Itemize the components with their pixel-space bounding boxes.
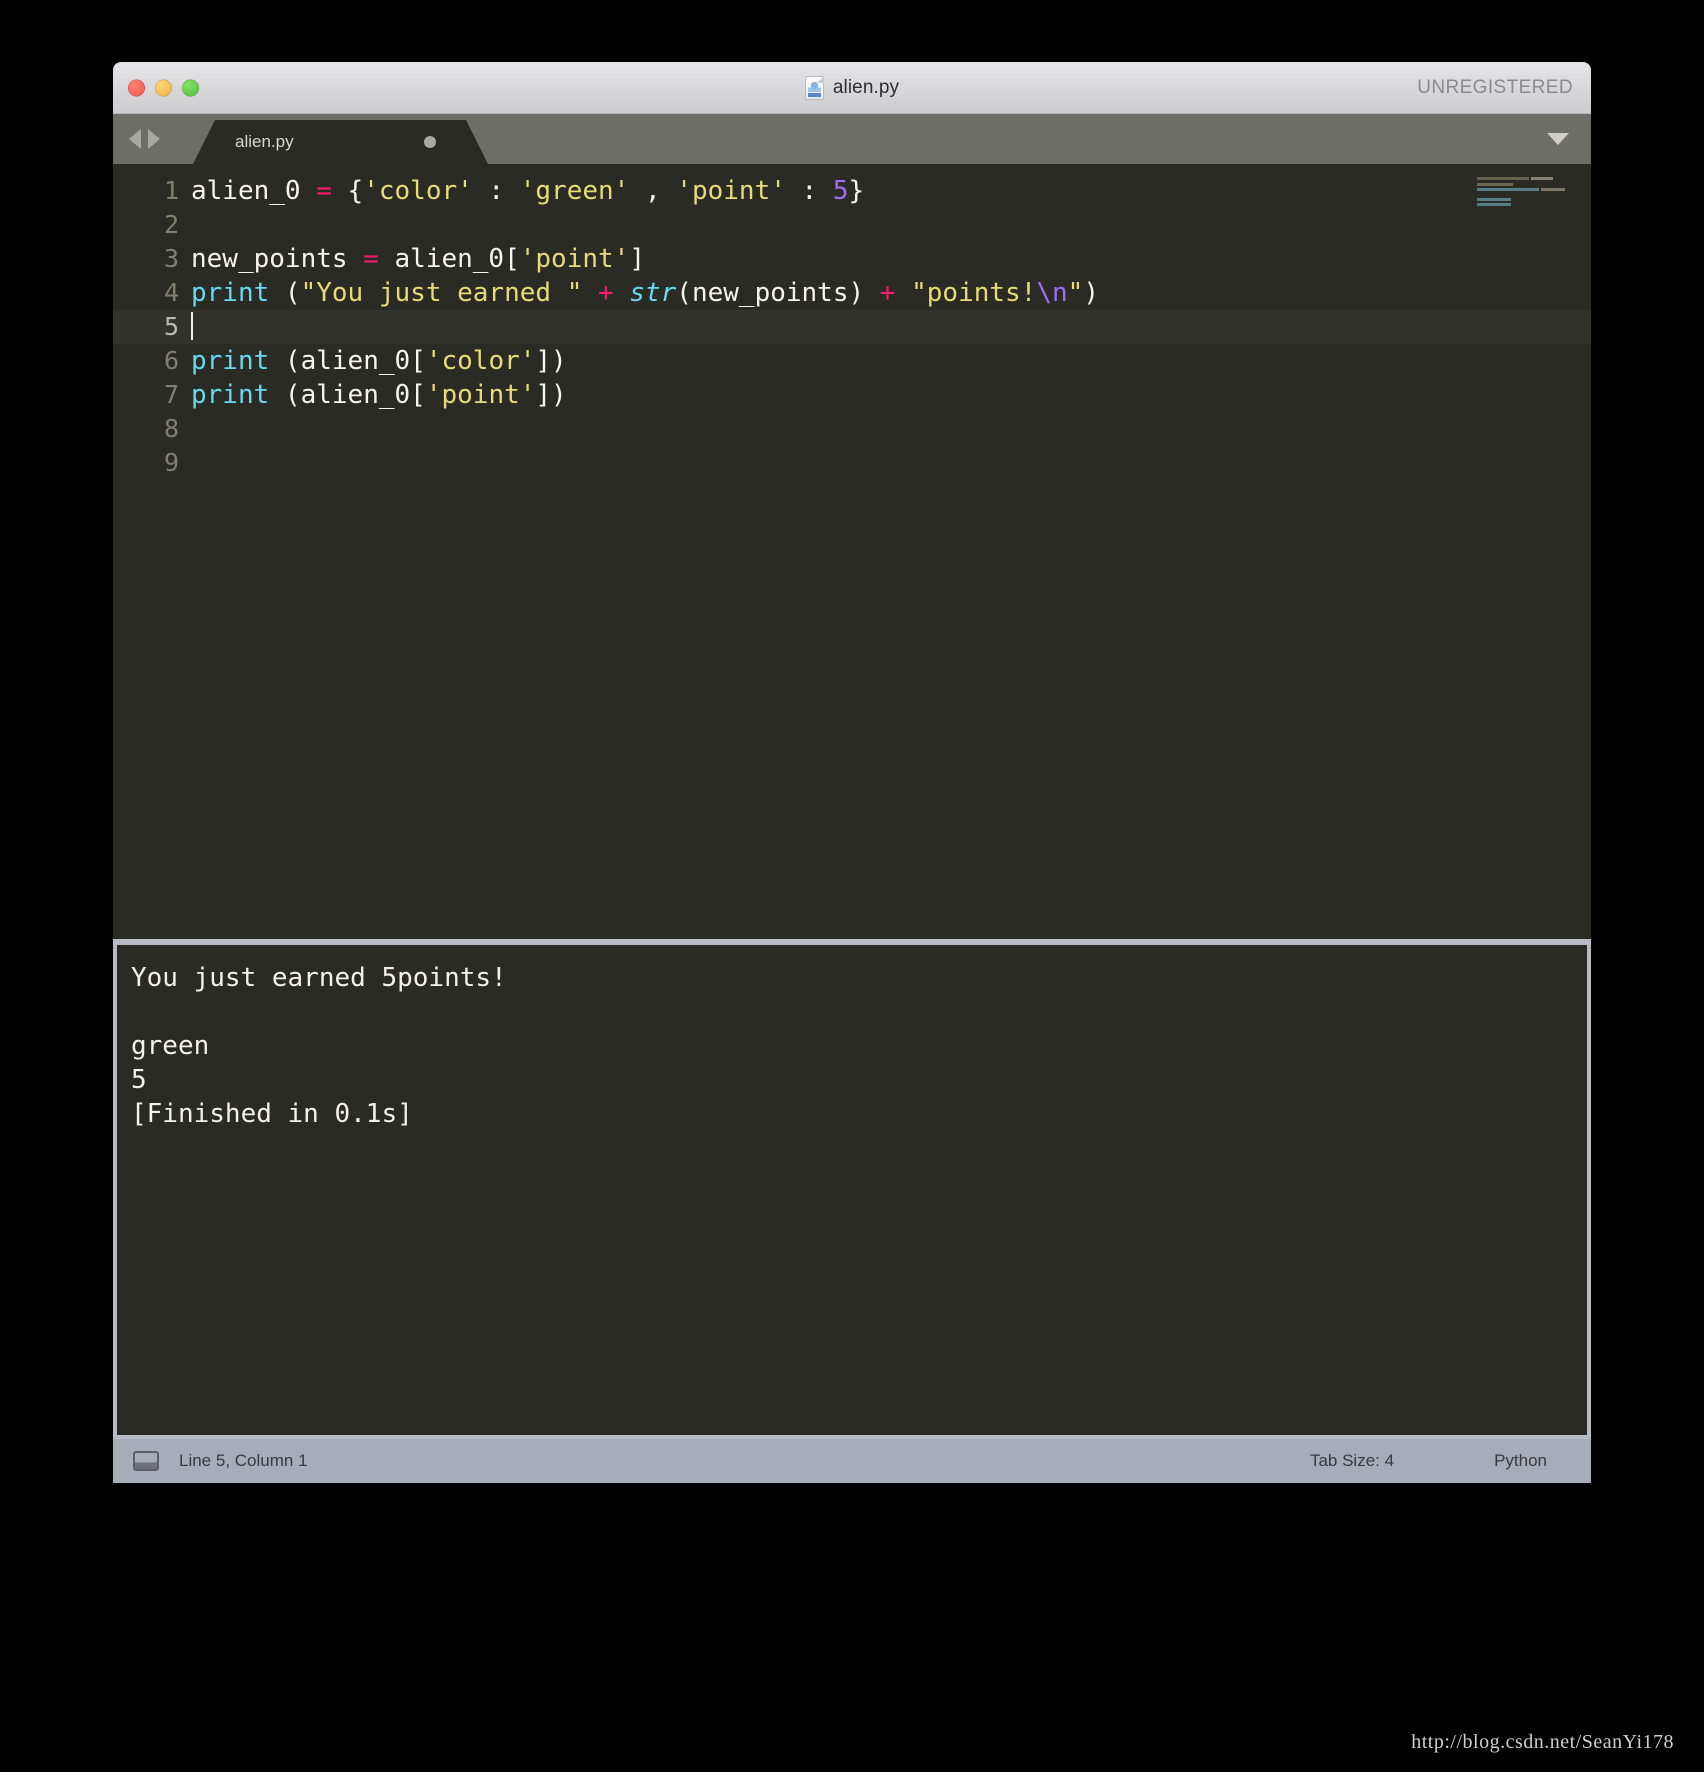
code-token: = — [316, 176, 332, 206]
code-text: print ("You just earned " + str(new_poin… — [191, 276, 1099, 310]
code-token: 'color' — [425, 346, 536, 376]
code-token: "points! — [911, 278, 1037, 308]
code-line[interactable]: 9 — [113, 446, 1591, 480]
code-token: ]) — [535, 380, 567, 410]
code-token: (alien_0[ — [269, 380, 426, 410]
minimize-button[interactable] — [155, 79, 172, 96]
code-token: print — [191, 346, 270, 376]
code-line[interactable]: 4 print ("You just earned " + str(new_poi… — [113, 276, 1591, 310]
code-line[interactable]: 1 alien_0 = {'color' : 'green' , 'point' … — [113, 174, 1591, 208]
code-line[interactable]: 6 print (alien_0['color']) — [113, 344, 1591, 378]
code-token: 'green' — [519, 176, 630, 206]
code-token: alien_0 — [191, 176, 317, 206]
traffic-light-group — [128, 79, 199, 96]
code-lines-container: 1 alien_0 = {'color' : 'green' , 'point' … — [113, 174, 1591, 939]
code-text — [191, 310, 193, 344]
text-caret — [191, 312, 193, 340]
sublime-text-window: alien.py UNREGISTERED alien.py 1 alien_0 … — [113, 62, 1591, 1578]
code-line[interactable]: 2 — [113, 208, 1591, 242]
code-token: { — [331, 176, 364, 206]
line-number: 6 — [163, 346, 179, 375]
chevron-down-icon[interactable] — [1547, 133, 1569, 145]
maximize-button[interactable] — [182, 79, 199, 96]
code-token: \n — [1036, 278, 1068, 308]
build-output-panel: You just earned 5points! green 5 [Finish… — [113, 939, 1591, 1439]
code-token: " — [1067, 278, 1084, 308]
code-token: : — [472, 176, 520, 206]
code-token: 'point' — [676, 176, 786, 206]
window-titlebar: alien.py UNREGISTERED — [113, 62, 1591, 114]
code-token: 5 — [832, 176, 849, 206]
code-token: + — [598, 278, 614, 308]
window-title: alien.py — [832, 76, 900, 98]
tab-navigation-arrows — [129, 129, 160, 149]
status-bar: Line 5, Column 1 Tab Size: 4 Python — [113, 1439, 1591, 1483]
build-output-text: You just earned 5points! green 5 [Finish… — [117, 945, 1587, 1435]
code-token: ( — [269, 278, 301, 308]
code-token: print — [191, 380, 270, 410]
code-token: = — [363, 244, 379, 274]
code-token: print — [191, 278, 270, 308]
panel-toggle-icon[interactable] — [133, 1451, 159, 1471]
code-token: + — [879, 278, 896, 308]
code-token: str — [629, 278, 677, 308]
code-token: } — [848, 176, 865, 206]
line-number: 5 — [163, 312, 179, 341]
line-number: 9 — [163, 448, 179, 477]
tab-alien-py[interactable]: alien.py — [193, 120, 488, 164]
line-number: 7 — [163, 380, 179, 409]
tab-bar: alien.py — [113, 114, 1591, 164]
unsaved-dot-icon[interactable] — [424, 136, 436, 148]
code-text: alien_0 = {'color' : 'green' , 'point' :… — [191, 174, 864, 208]
code-text: new_points = alien_0['point'] — [191, 242, 645, 276]
code-token: ] — [629, 244, 645, 274]
tab-label: alien.py — [235, 132, 294, 151]
code-token: 'point' — [519, 244, 630, 274]
nav-forward-arrow-icon[interactable] — [148, 129, 160, 149]
python-file-icon — [804, 75, 824, 100]
cursor-position-label: Line 5, Column 1 — [179, 1451, 308, 1470]
window-title-group: alien.py — [113, 62, 1591, 113]
line-number: 3 — [163, 244, 179, 273]
code-line[interactable]: 3 new_points = alien_0['point'] — [113, 242, 1591, 276]
code-token: 'point' — [425, 380, 536, 410]
code-line[interactable]: 5 — [113, 310, 1591, 344]
code-token: "You just earned " — [300, 278, 583, 308]
status-bar-right-group: Tab Size: 4 Python — [1310, 1439, 1591, 1483]
minimap[interactable] — [1475, 176, 1577, 214]
code-editor[interactable]: 1 alien_0 = {'color' : 'green' , 'point' … — [113, 164, 1591, 939]
code-token: ) — [1083, 278, 1099, 308]
code-token: : — [785, 176, 833, 206]
line-number: 1 — [163, 176, 179, 205]
code-token: alien_0[ — [378, 244, 520, 274]
code-token: new_points — [191, 244, 364, 274]
license-status-label: UNREGISTERED — [1417, 76, 1573, 98]
tab-size-label[interactable]: Tab Size: 4 — [1310, 1451, 1394, 1471]
code-text: print (alien_0['color']) — [191, 344, 567, 378]
code-token: (alien_0[ — [269, 346, 426, 376]
nav-back-arrow-icon[interactable] — [129, 129, 141, 149]
line-number: 4 — [163, 278, 179, 307]
syntax-label[interactable]: Python — [1494, 1451, 1547, 1471]
code-token: 'color' — [363, 176, 473, 206]
watermark-url: http://blog.csdn.net/SeanYi178 — [1411, 1731, 1674, 1753]
code-line[interactable]: 8 — [113, 412, 1591, 446]
code-token: , — [629, 176, 677, 206]
code-text: print (alien_0['point']) — [191, 378, 567, 412]
code-token: (new_points) — [676, 278, 880, 308]
code-line[interactable]: 7 print (alien_0['point']) — [113, 378, 1591, 412]
line-number: 2 — [163, 210, 179, 239]
code-token: ]) — [535, 346, 567, 376]
line-number: 8 — [163, 414, 179, 443]
close-button[interactable] — [128, 79, 145, 96]
